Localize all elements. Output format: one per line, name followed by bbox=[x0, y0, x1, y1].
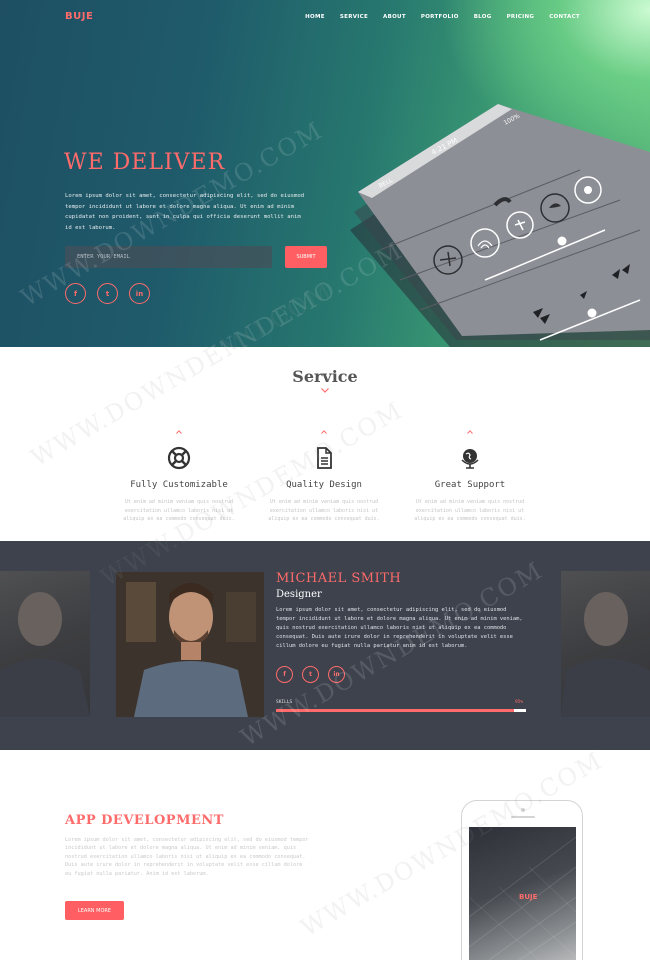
caret-up-icon bbox=[176, 430, 182, 434]
profile-social-links: f t in bbox=[276, 666, 345, 683]
service-name: Fully Customizable bbox=[130, 480, 228, 490]
twitter-icon[interactable]: t bbox=[302, 666, 319, 683]
chevron-down-icon bbox=[321, 388, 329, 393]
team-photo-left[interactable] bbox=[0, 571, 90, 717]
skills-progress-bar bbox=[276, 709, 526, 712]
app-section-title: APP DEVELOPMENT bbox=[65, 813, 224, 828]
document-icon bbox=[317, 447, 332, 469]
service-item-customizable: Fully Customizable Ut enim ad minim veni… bbox=[114, 430, 244, 524]
team-profile-section: MICHAEL SMITH Designer Lorem ipsum dolor… bbox=[0, 541, 650, 750]
twitter-icon[interactable]: t bbox=[97, 283, 118, 304]
nav-item-blog[interactable]: BLOG bbox=[474, 14, 492, 20]
app-section-text: Lorem ipsum dolor sit amet, consectetur … bbox=[65, 837, 309, 877]
skills-percent: 95% bbox=[515, 700, 524, 705]
skills-progress-fill bbox=[276, 709, 514, 712]
phone-brand-logo: BUJE bbox=[519, 893, 538, 901]
globe-icon bbox=[461, 449, 479, 469]
lifebuoy-icon bbox=[167, 446, 191, 470]
nav-item-service[interactable]: SERVICE bbox=[340, 14, 368, 20]
hero-section: BUJE HOME SERVICE ABOUT PORTFOLIO BLOG P… bbox=[0, 0, 650, 347]
person-photo bbox=[0, 592, 90, 717]
team-photo-right[interactable] bbox=[561, 571, 650, 717]
hero-description: Lorem ipsum dolor sit amet, consectetur … bbox=[65, 193, 305, 231]
service-description: Ut enim ad minim veniam quis nostrud exe… bbox=[414, 499, 526, 522]
service-description: Ut enim ad minim veniam quis nostrud exe… bbox=[268, 499, 380, 522]
hero-title: WE DELIVER bbox=[64, 150, 226, 175]
learn-more-button[interactable]: LEARN MORE bbox=[65, 901, 124, 920]
nav-item-about[interactable]: ABOUT bbox=[383, 14, 406, 20]
service-title: Service bbox=[292, 367, 358, 386]
nav-item-portfolio[interactable]: PORTFOLIO bbox=[421, 14, 459, 20]
profile-name: MICHAEL SMITH bbox=[276, 571, 402, 586]
service-item-support: Great Support Ut enim ad minim veniam qu… bbox=[405, 430, 535, 524]
linkedin-icon[interactable]: in bbox=[328, 666, 345, 683]
nav-item-contact[interactable]: CONTACT bbox=[549, 14, 580, 20]
submit-button[interactable]: SUBMIT bbox=[285, 246, 327, 268]
team-photo-main[interactable] bbox=[116, 572, 264, 717]
profile-bio: Lorem ipsum dolor sit amet, consectetur … bbox=[276, 607, 523, 649]
skills-label: SKILLS bbox=[276, 700, 293, 705]
main-nav: HOME SERVICE ABOUT PORTFOLIO BLOG PRICIN… bbox=[305, 14, 580, 20]
person-photo bbox=[116, 572, 264, 717]
service-name: Great Support bbox=[434, 480, 506, 490]
caret-up-icon bbox=[321, 430, 327, 434]
service-description: Ut enim ad minim veniam quis nostrud exe… bbox=[123, 499, 235, 522]
linkedin-icon[interactable]: in bbox=[129, 283, 150, 304]
hero-phone-illustration: BELL 4:21 PM 100% bbox=[350, 104, 650, 347]
facebook-icon[interactable]: f bbox=[65, 283, 86, 304]
nav-item-pricing[interactable]: PRICING bbox=[507, 14, 535, 20]
service-item-quality: Quality Design Ut enim ad minim veniam q… bbox=[259, 430, 389, 524]
nav-item-home[interactable]: HOME bbox=[305, 14, 325, 20]
brand-logo[interactable]: BUJE bbox=[65, 11, 93, 22]
hero-social-links: f t in bbox=[65, 283, 150, 304]
profile-role: Designer bbox=[276, 589, 322, 600]
facebook-icon[interactable]: f bbox=[276, 666, 293, 683]
caret-up-icon bbox=[467, 430, 473, 434]
service-name: Quality Design bbox=[286, 480, 362, 490]
email-input[interactable] bbox=[65, 246, 272, 268]
person-photo bbox=[561, 592, 650, 717]
